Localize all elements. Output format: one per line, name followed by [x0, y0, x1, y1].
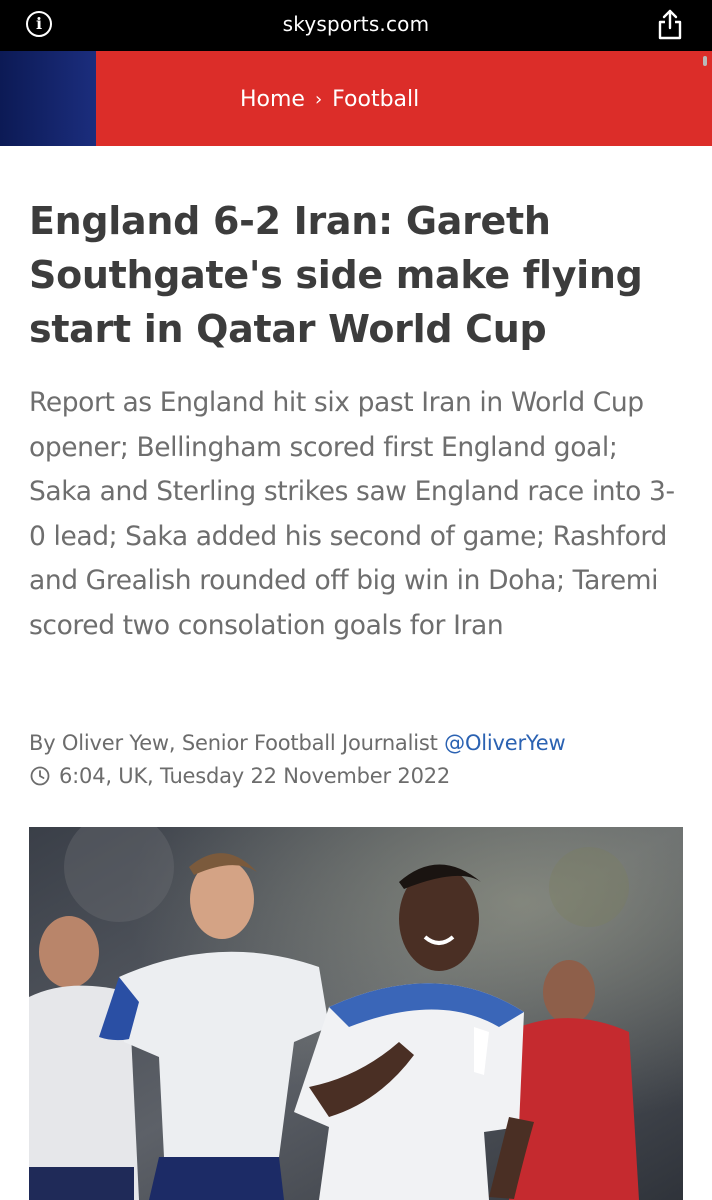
article-title: England 6-2 Iran: Gareth Southgate's sid…	[29, 199, 643, 351]
breadcrumb-separator: ›	[314, 89, 323, 110]
brand-stripe	[0, 51, 96, 146]
publish-date-text: 6:04, UK, Tuesday 22 November 2022	[59, 764, 451, 788]
hero-photo	[29, 827, 683, 1200]
breadcrumb: Home › Football	[240, 87, 419, 112]
article-standfirst: Report as England hit six past Iran in W…	[29, 387, 675, 641]
byline-author: By Oliver Yew, Senior Football Journalis…	[29, 731, 438, 755]
scrollbar[interactable]	[703, 56, 707, 66]
breadcrumb-home[interactable]: Home	[240, 87, 305, 112]
byline: By Oliver Yew, Senior Football Journalis…	[29, 731, 689, 755]
clock-icon	[30, 766, 50, 786]
section-nav: Home › Football	[0, 51, 712, 146]
breadcrumb-football[interactable]: Football	[332, 87, 419, 112]
share-icon[interactable]	[656, 8, 684, 40]
browser-bar: i skysports.com	[0, 0, 712, 51]
url-text[interactable]: skysports.com	[0, 12, 712, 36]
publish-date: 6:04, UK, Tuesday 22 November 2022	[29, 764, 450, 788]
author-handle-link[interactable]: @OliverYew	[444, 731, 566, 755]
